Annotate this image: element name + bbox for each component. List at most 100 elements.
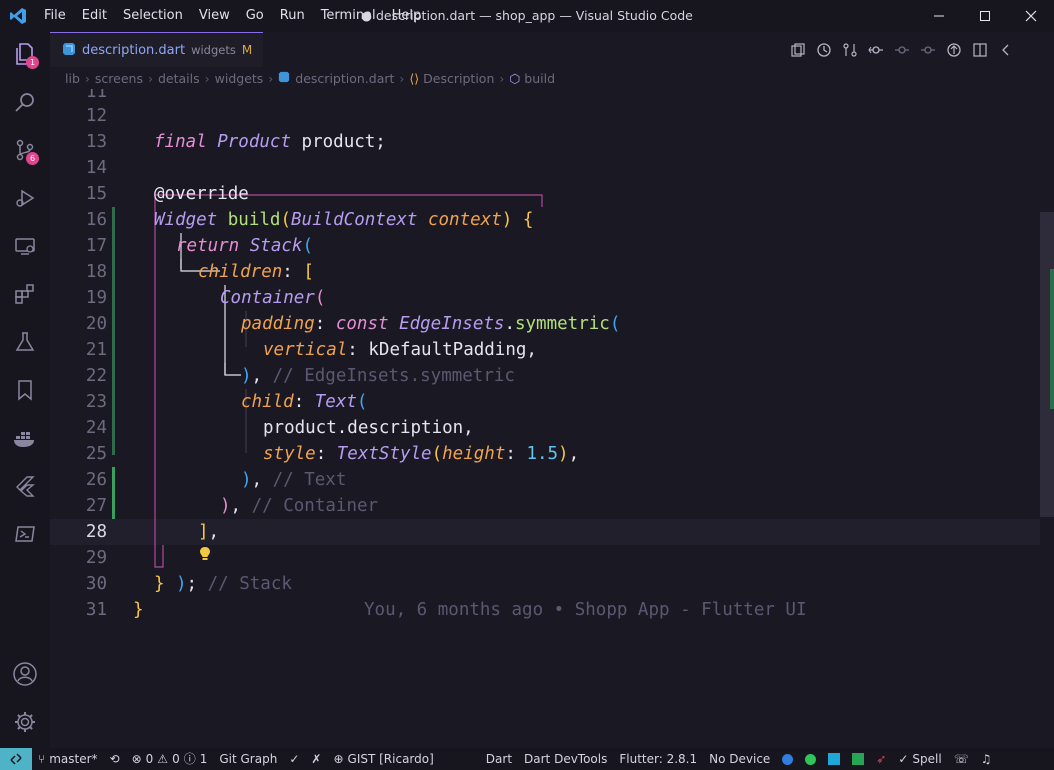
excel-icon[interactable] [846,753,870,765]
menu-bar: File Edit Selection View Go Run Terminal… [36,0,429,32]
live-share-icon[interactable] [822,753,846,765]
info-icon: ⓘ [183,752,196,766]
line-number: 27 [85,496,107,516]
menu-view[interactable]: View [191,0,238,32]
breadcrumb-details[interactable]: details [158,71,200,86]
close-button[interactable] [1008,0,1054,32]
checkmark-icon[interactable]: ✓ [283,748,305,770]
minimize-button[interactable] [916,0,962,32]
line-number: 17 [85,236,107,256]
feedback-icon[interactable]: ☏ [948,748,975,770]
line-number: 16 [85,210,107,230]
search-icon[interactable] [0,80,50,124]
line-number: 29 [85,548,107,568]
extensions-icon[interactable] [0,272,50,316]
dart-file-icon [278,71,290,86]
tab-folder: widgets [191,43,236,57]
line-number: 30 [85,574,107,594]
git-branch[interactable]: ⑂ master* [32,748,104,770]
menu-terminal[interactable]: Terminal [313,0,384,32]
line-number: 13 [85,132,107,152]
git-commit-icon[interactable] [865,39,886,60]
tab-filename: description.dart [82,42,186,58]
explorer-badge: 1 [26,56,39,69]
docker-icon[interactable] [0,416,50,460]
breadcrumb: lib › screens › details › widgets › descript… [50,67,1054,89]
git-branch-icon: ⑂ [38,752,46,766]
testing-icon[interactable] [0,320,50,364]
method-symbol-icon: ⬡ [509,70,521,86]
open-changes-icon[interactable] [787,39,808,60]
menu-file[interactable]: File [36,0,74,32]
line-number: 12 [85,106,107,126]
split-editor-icon[interactable] [969,39,990,60]
flutter-icon[interactable] [0,464,50,508]
line-number-active: 28 [85,522,107,542]
vertical-scrollbar[interactable] [1040,89,1054,748]
line-number: 31 [85,600,107,620]
problems-indicator[interactable]: ⊗ 0 ⚠ 0 ⓘ 1 [126,748,214,770]
chevron-right-icon: › [204,70,210,86]
error-icon: ⊗ [131,752,142,766]
rocket-icon[interactable]: ➶ [870,748,892,770]
language-mode[interactable]: Dart [480,748,518,770]
breadcrumb-method[interactable]: build [524,71,555,86]
tab-git-status: M [241,43,253,57]
menu-go[interactable]: Go [238,0,272,32]
editor-tab-bar: description.dart widgets M [50,32,1054,67]
device-selector[interactable]: No Device [703,748,776,770]
gist-icon: ⊕ [333,752,344,766]
git-graph-button[interactable]: Git Graph [213,748,283,770]
breadcrumb-file[interactable]: description.dart [295,71,394,86]
gist-button[interactable]: ⊕ GIST [Ricardo] [327,748,439,770]
next-revision-icon[interactable] [917,39,938,60]
settings-gear-icon[interactable] [0,700,50,744]
explorer-icon[interactable]: 1 [0,32,50,76]
remote-explorer-icon[interactable] [0,224,50,268]
blame-toggle-icon[interactable] [943,39,964,60]
sync-icon[interactable]: ⟲ [104,748,126,770]
powershell-icon[interactable] [0,512,50,556]
flutter-version[interactable]: Flutter: 2.8.1 [613,748,703,770]
blue-dot-icon[interactable] [776,753,799,765]
notifications-bell-icon[interactable]: ♫ [975,748,998,770]
breadcrumb-class[interactable]: Description [423,71,494,86]
code-editor[interactable]: 11 12 final Product product; 13 14 @over… [50,89,1054,748]
source-control-icon[interactable]: 6 [0,128,50,172]
account-icon[interactable] [0,652,50,696]
maximize-button[interactable] [962,0,1008,32]
spell-check[interactable]: ✓ Spell [892,748,947,770]
run-debug-icon[interactable] [0,176,50,220]
line-number: 14 [85,158,107,178]
bookmarks-icon[interactable] [0,368,50,412]
chevron-right-icon: › [399,70,405,86]
dart-devtools-button[interactable]: Dart DevTools [518,748,613,770]
chevron-right-icon: › [84,70,90,86]
line-number: 22 [85,366,107,386]
menu-help[interactable]: Help [384,0,430,32]
activity-bar: 1 6 [0,32,50,748]
scroll-git-marker [1050,269,1054,409]
warning-icon: ⚠ [157,752,169,766]
title-bar: File Edit Selection View Go Run Terminal… [0,0,1054,32]
chevron-left-icon[interactable] [995,39,1016,60]
previous-revision-icon[interactable] [891,39,912,60]
compare-changes-icon[interactable] [839,39,860,60]
timeline-history-icon[interactable] [813,39,834,60]
window-controls [916,0,1054,32]
line-number: 21 [85,340,107,360]
line-number: 20 [85,314,107,334]
menu-selection[interactable]: Selection [115,0,191,32]
status-bar: ⑂ master* ⟲ ⊗ 0 ⚠ 0 ⓘ 1 Git Graph ✓ ✗ ⊕ GIST … [0,748,1054,770]
tab-description-dart[interactable]: description.dart widgets M [50,32,263,67]
menu-edit[interactable]: Edit [74,0,115,32]
breadcrumb-widgets[interactable]: widgets [215,71,264,86]
green-dot-icon[interactable] [799,753,822,765]
breadcrumb-lib[interactable]: lib [65,71,80,86]
line-number: 26 [85,470,107,490]
cross-icon[interactable]: ✗ [305,748,327,770]
menu-run[interactable]: Run [272,0,313,32]
line-number: 25 [85,444,107,464]
breadcrumb-screens[interactable]: screens [95,71,143,86]
remote-indicator-icon[interactable] [0,748,32,770]
